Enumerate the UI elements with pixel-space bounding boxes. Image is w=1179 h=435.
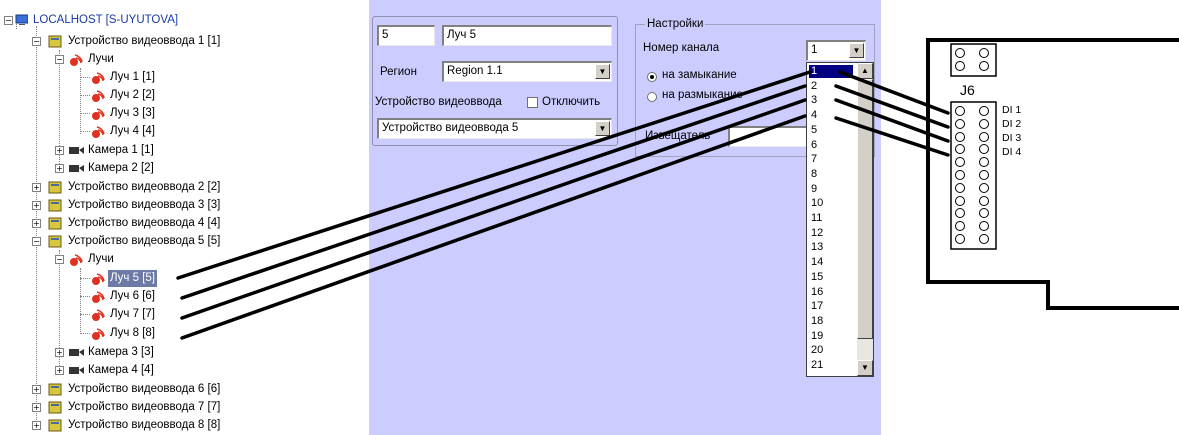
connector-pin bbox=[955, 170, 965, 180]
connector-pin bbox=[955, 195, 965, 206]
connector-pin bbox=[979, 118, 989, 129]
connector-pin bbox=[955, 106, 965, 116]
connector-pin bbox=[979, 131, 989, 142]
di-2-label: DI 2 bbox=[1002, 118, 1022, 130]
connector-pin bbox=[955, 131, 965, 142]
di-4-label: DI 4 bbox=[1002, 146, 1022, 158]
connector-pin bbox=[955, 118, 965, 129]
board-outline bbox=[926, 38, 1179, 310]
connector-pin bbox=[979, 106, 989, 116]
connector-pin bbox=[979, 195, 989, 206]
connector-pin bbox=[979, 234, 989, 244]
wiring-overlay bbox=[176, 38, 1179, 340]
connector-pin bbox=[955, 182, 965, 193]
connector-pin bbox=[979, 170, 989, 180]
connector-pin bbox=[979, 48, 989, 58]
wires bbox=[176, 70, 950, 340]
di-3-label: DI 3 bbox=[1002, 132, 1022, 144]
connector-label: J6 bbox=[960, 82, 975, 98]
di-1-label: DI 1 bbox=[1002, 104, 1022, 116]
connector-pin bbox=[955, 48, 965, 58]
connector-pin bbox=[955, 234, 965, 244]
connector-pin bbox=[979, 182, 989, 193]
connector-pin bbox=[955, 61, 965, 71]
connector-pin bbox=[979, 61, 989, 71]
